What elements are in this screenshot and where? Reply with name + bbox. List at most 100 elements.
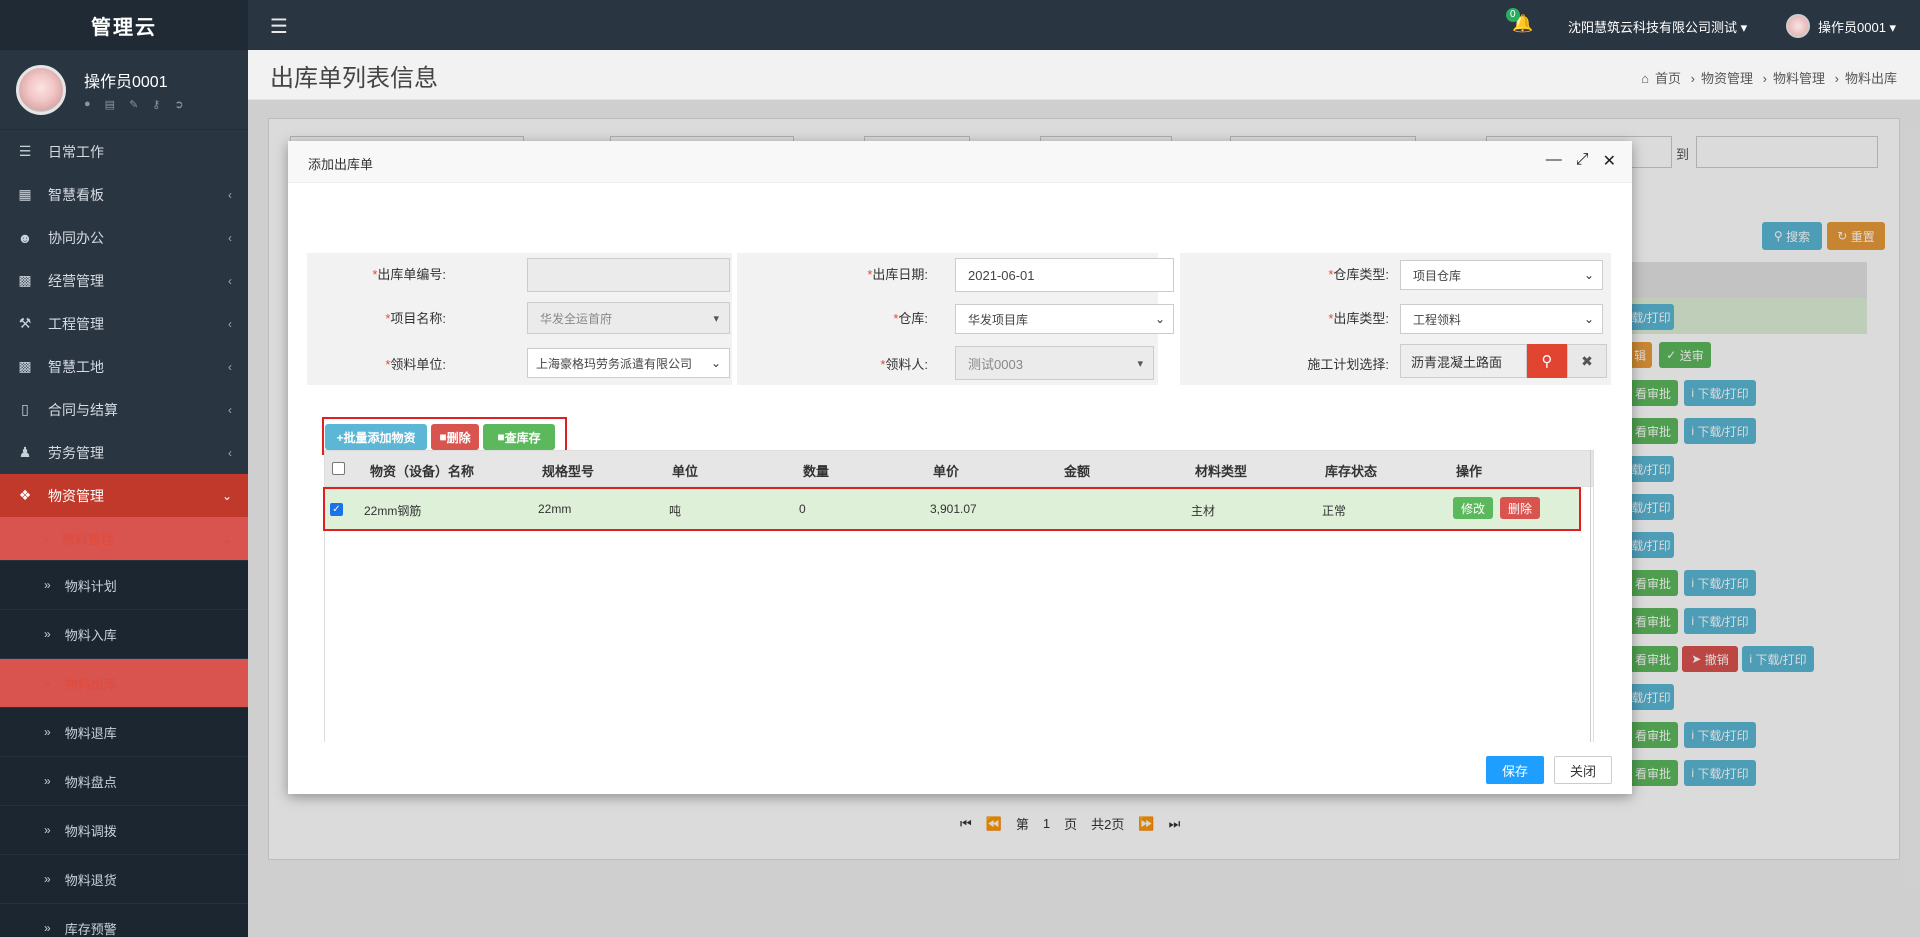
list-icon: ☰ (18, 143, 32, 159)
close-button[interactable]: 关闭 (1554, 756, 1612, 784)
plan-clear-button[interactable]: ✖ (1567, 344, 1607, 378)
col-amount: 金额 (1064, 464, 1091, 479)
monitor-icon: ▩ (18, 358, 32, 374)
col-stock-status: 库存状态 (1325, 464, 1378, 479)
sidebar-subitem-material-mgmt[interactable]: › 物料管理 ⌄ (0, 517, 248, 561)
maximize-icon[interactable]: ⤢ (1576, 151, 1589, 171)
minimize-icon[interactable]: — (1546, 151, 1562, 171)
chevron-left-icon: ‹ (228, 402, 232, 417)
sidebar-subitem-material-in[interactable]: » 物料入库 (0, 610, 248, 659)
sidebar-subitem-material-transfer[interactable]: » 物料调拨 (0, 806, 248, 855)
sidebar-item-collab-office[interactable]: ☻ 协同办公 ‹ (0, 216, 248, 259)
order-no-label: *出库单编号: (372, 267, 446, 282)
sidebar-subitem-material-return[interactable]: » 物料退库 (0, 708, 248, 757)
project-name-label: *项目名称: (385, 311, 446, 326)
construction-plan-input[interactable]: 沥青混凝土路面 (1400, 344, 1527, 378)
sidebar-subitem-material-plan[interactable]: » 物料计划 (0, 561, 248, 610)
project-name-select[interactable]: 华发全运首府 ▾ (527, 302, 730, 334)
sidebar-item-engineering[interactable]: ⚒ 工程管理 ‹ (0, 302, 248, 345)
save-button[interactable]: 保存 (1486, 756, 1544, 784)
chevron-left-icon: ‹ (228, 316, 232, 331)
col-spec: 规格型号 (542, 464, 595, 479)
sidebar-subitem-material-out[interactable]: » 物料出库 (0, 659, 248, 708)
receiver-select[interactable]: 测试0003 ▾ (955, 346, 1154, 380)
grid-scrollbar[interactable] (1590, 450, 1591, 742)
user-tools: ● ▤ ✎ ⚷ ➲ (84, 98, 184, 111)
table-row[interactable]: ✓ 22mm钢筋 22mm 吨 0 3,901.07 主材 正常 修改 删除 (323, 487, 1581, 531)
search-icon: ⚲ (1541, 353, 1553, 370)
cell-material-type: 主材 (1191, 504, 1216, 518)
receiving-unit-label: *领料单位: (385, 357, 446, 372)
chevron-down-icon: ⌄ (1583, 312, 1594, 326)
chevron-right-icon: › (44, 531, 48, 546)
menu-toggle-icon[interactable]: ☰ (270, 14, 288, 39)
sidebar-item-smart-board[interactable]: ▦ 智慧看板 ‹ (0, 173, 248, 216)
warehouse-select[interactable]: 华发项目库 ⌄ (955, 304, 1174, 334)
breadcrumb-home[interactable]: 首页 (1655, 71, 1681, 86)
chevron-left-icon: ‹ (228, 230, 232, 245)
chevron-down-icon: ⌄ (1154, 312, 1165, 326)
col-name: 物资（设备）名称 (370, 464, 475, 479)
close-icon[interactable]: ✕ (1603, 151, 1616, 171)
user-panel: 操作员0001 ● ▤ ✎ ⚷ ➲ (0, 50, 248, 130)
out-date-label: *出库日期: (867, 267, 928, 282)
col-unit: 单位 (672, 464, 699, 479)
cell-stock-status: 正常 (1322, 504, 1347, 518)
edit-row-button[interactable]: 修改 (1453, 497, 1494, 519)
delete-button[interactable]: ■ 删除 (431, 424, 479, 450)
sidebar-item-contract[interactable]: ▯ 合同与结算 ‹ (0, 388, 248, 431)
home-icon: ⌂ (1641, 71, 1650, 86)
breadcrumb-materials[interactable]: 物资管理 (1701, 71, 1753, 86)
double-chevron-icon: » (44, 823, 51, 837)
desktop-icon: ▩ (18, 272, 32, 288)
company-dropdown[interactable]: 沈阳慧筑云科技有限公司测试 ▾ (1568, 17, 1747, 36)
check-stock-button[interactable]: ■ 查库存 (483, 424, 555, 450)
construction-plan-label: 施工计划选择: (1307, 357, 1389, 372)
sidebar-subitem-stock-alert[interactable]: » 库存预警 (0, 904, 248, 937)
warehouse-type-select[interactable]: 项目仓库 ⌄ (1400, 260, 1603, 290)
breadcrumb-material-mgmt[interactable]: 物料管理 (1773, 71, 1825, 86)
row-checkbox[interactable]: ✓ (330, 503, 343, 516)
edit-icon[interactable]: ✎ (129, 98, 138, 111)
double-chevron-icon: » (44, 676, 51, 690)
sidebar-subitem-material-refund[interactable]: » 物料退货 (0, 855, 248, 904)
out-type-select[interactable]: 工程领料 ⌄ (1400, 304, 1603, 334)
breadcrumb-current: 物料出库 (1844, 71, 1897, 86)
chevron-left-icon: ‹ (228, 445, 232, 460)
sidebar-item-materials[interactable]: ❖ 物资管理 ⌄ (0, 474, 248, 517)
order-no-input[interactable] (527, 258, 730, 292)
user-icon[interactable]: ● (84, 98, 91, 111)
select-all-checkbox[interactable] (332, 462, 345, 475)
delete-row-button[interactable]: 删除 (1500, 497, 1541, 519)
notification-badge: 0 (1506, 8, 1520, 22)
double-chevron-icon: » (44, 872, 51, 886)
top-navbar: ☰ 🔔 0 沈阳慧筑云科技有限公司测试 ▾ 操作员0001 ▾ (248, 0, 1920, 50)
trash-icon: ■ (497, 430, 505, 444)
sidebar-item-smart-site[interactable]: ▩ 智慧工地 ‹ (0, 345, 248, 388)
sidebar-item-business[interactable]: ▩ 经营管理 ‹ (0, 259, 248, 302)
plan-search-button[interactable]: ⚲ (1527, 344, 1567, 378)
double-chevron-icon: » (44, 578, 51, 592)
cell-unit: 吨 (669, 504, 682, 518)
id-card-icon[interactable]: ▤ (105, 98, 115, 111)
chevron-left-icon: ‹ (228, 359, 232, 374)
sidebar-item-daily-work[interactable]: ☰ 日常工作 (0, 130, 248, 173)
chevron-left-icon: ‹ (228, 273, 232, 288)
worker-icon: ♟ (18, 444, 32, 460)
caret-down-icon: ▾ (1889, 20, 1897, 35)
sidebar-item-labor[interactable]: ♟ 劳务管理 ‹ (0, 431, 248, 474)
key-icon[interactable]: ⚷ (152, 98, 160, 111)
cell-name: 22mm钢筋 (364, 504, 422, 518)
sidebar-subitem-material-count[interactable]: » 物料盘点 (0, 757, 248, 806)
avatar[interactable] (1786, 14, 1810, 38)
avatar[interactable] (16, 64, 66, 115)
out-date-input[interactable]: 2021-06-01 (955, 258, 1174, 292)
chevron-down-icon: ⌄ (221, 531, 232, 546)
user-dropdown[interactable]: 操作员0001 ▾ (1818, 17, 1896, 36)
double-chevron-icon: » (44, 725, 51, 739)
logout-icon[interactable]: ➲ (174, 98, 183, 111)
batch-add-button[interactable]: +批量添加物资 (325, 424, 427, 450)
cell-qty[interactable]: 0 (799, 502, 806, 516)
modal-header: 添加出库单 — ⤢ ✕ (288, 141, 1632, 183)
receiving-unit-select[interactable]: 上海豪格玛劳务派遣有限公司 ⌄ (527, 348, 730, 378)
